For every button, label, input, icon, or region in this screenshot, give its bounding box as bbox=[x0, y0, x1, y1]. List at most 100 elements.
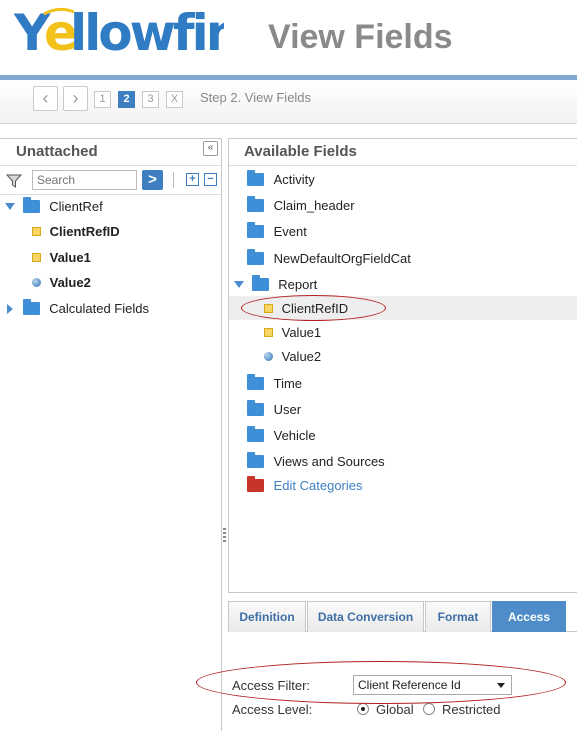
restricted-label: Restricted bbox=[442, 702, 501, 717]
svg-text:llowfin: llowfin bbox=[70, 4, 224, 62]
tree-item-value1[interactable]: Value1 bbox=[32, 246, 91, 268]
expand-arrow-icon[interactable] bbox=[234, 281, 244, 289]
global-label: Global bbox=[376, 702, 414, 717]
access-level-label: Access Level: bbox=[232, 702, 313, 717]
tree-label: Value1 bbox=[281, 324, 322, 340]
tree-item-value2[interactable]: Value2 bbox=[32, 271, 91, 293]
tree-label: ClientRefID bbox=[49, 223, 120, 239]
collapse-all-button[interactable]: − bbox=[204, 173, 217, 186]
tree-label: Activity bbox=[273, 171, 315, 187]
folder-time[interactable]: Time bbox=[247, 372, 302, 394]
field-value2[interactable]: Value2 bbox=[264, 345, 321, 367]
folder-icon bbox=[22, 197, 40, 214]
folder-user[interactable]: User bbox=[247, 398, 301, 420]
page-title: View Fields bbox=[268, 18, 453, 56]
expand-arrow-icon[interactable] bbox=[5, 203, 15, 211]
step-1-button[interactable]: 1 bbox=[94, 91, 111, 108]
folder-activity[interactable]: Activity bbox=[247, 168, 315, 190]
folder-icon bbox=[247, 400, 264, 417]
access-level-global-radio[interactable] bbox=[357, 703, 369, 715]
access-filter-select[interactable]: Client Reference Id bbox=[353, 675, 512, 695]
search-go-button[interactable]: > bbox=[142, 170, 163, 190]
tree-folder-calculated-fields[interactable]: Calculated Fields bbox=[7, 297, 149, 319]
tree-label: Views and Sources bbox=[273, 453, 385, 469]
metric-icon bbox=[264, 352, 273, 362]
folder-icon bbox=[247, 452, 264, 469]
edit-folder-icon bbox=[247, 476, 264, 493]
tree-label: User bbox=[273, 401, 302, 417]
tree-label: Claim_header bbox=[273, 197, 355, 213]
tree-label: NewDefaultOrgFieldCat bbox=[273, 250, 411, 266]
unattached-title: Unattached bbox=[16, 143, 98, 160]
dimension-icon bbox=[32, 227, 41, 237]
panel-splitter-handle[interactable] bbox=[223, 528, 226, 542]
tree-label: Value2 bbox=[49, 274, 91, 290]
tab-definition[interactable]: Definition bbox=[228, 601, 306, 632]
forward-button[interactable]: › bbox=[63, 86, 88, 111]
step-3-button[interactable]: 3 bbox=[142, 91, 159, 108]
tree-item-clientrefid[interactable]: ClientRefID bbox=[32, 220, 120, 242]
search-input[interactable] bbox=[32, 170, 137, 190]
wizard-bar: ‹ › 1 2 3 X Step 2. View Fields bbox=[0, 80, 577, 124]
access-filter-value: Client Reference Id bbox=[358, 678, 461, 692]
access-level-restricted-radio[interactable] bbox=[423, 703, 435, 715]
tree-label: ClientRefID bbox=[281, 300, 349, 316]
access-filter-label: Access Filter: bbox=[232, 678, 311, 693]
tree-label: Event bbox=[273, 223, 307, 239]
filter-icon[interactable] bbox=[6, 173, 22, 189]
step-2-button[interactable]: 2 bbox=[118, 91, 135, 108]
collapse-panel-button[interactable]: « bbox=[203, 141, 218, 156]
edit-categories-link[interactable]: Edit Categories bbox=[247, 474, 363, 496]
tab-access[interactable]: Access bbox=[492, 601, 566, 632]
folder-report[interactable]: Report bbox=[234, 273, 317, 295]
divider bbox=[0, 165, 221, 166]
tab-data-conversion[interactable]: Data Conversion bbox=[307, 601, 424, 632]
tree-label: Calculated Fields bbox=[49, 300, 149, 316]
folder-icon bbox=[247, 426, 264, 443]
folder-icon bbox=[247, 222, 264, 239]
chevron-left-icon: ‹ bbox=[42, 88, 49, 108]
field-value1[interactable]: Value1 bbox=[264, 321, 321, 343]
step-label: Step 2. View Fields bbox=[200, 90, 312, 105]
step-close-button[interactable]: X bbox=[166, 91, 183, 108]
field-clientrefid[interactable]: ClientRefID bbox=[264, 297, 348, 319]
tab-format[interactable]: Format bbox=[425, 601, 491, 632]
tree-folder-clientref[interactable]: ClientRef bbox=[5, 195, 103, 217]
field-properties-tabs: Definition Data Conversion Format Access bbox=[228, 601, 577, 632]
edit-categories-label: Edit Categories bbox=[273, 477, 363, 493]
dimension-icon bbox=[264, 304, 273, 314]
yellowfin-logo-graphic: Y e llowfin bbox=[13, 4, 241, 62]
unattached-panel: Unattached « > + − ClientRef ClientRefID… bbox=[0, 138, 222, 731]
available-fields-panel: Available Fields Activity Claim_header E… bbox=[228, 138, 577, 593]
tree-label: Report bbox=[278, 276, 318, 292]
folder-claim-header[interactable]: Claim_header bbox=[247, 194, 355, 216]
tree-label: ClientRef bbox=[49, 198, 103, 214]
folder-icon bbox=[247, 170, 264, 187]
access-properties: Access Filter: Client Reference Id Acces… bbox=[228, 632, 577, 731]
folder-vehicle[interactable]: Vehicle bbox=[247, 424, 316, 446]
divider bbox=[229, 165, 577, 166]
folder-views-and-sources[interactable]: Views and Sources bbox=[247, 450, 385, 472]
tree-label: Value2 bbox=[281, 348, 322, 364]
dimension-icon bbox=[264, 328, 273, 338]
expand-all-button[interactable]: + bbox=[186, 173, 199, 186]
tree-label: Vehicle bbox=[273, 427, 316, 443]
tree-label: Time bbox=[273, 375, 303, 391]
folder-newdefaultorgfieldcat[interactable]: NewDefaultOrgFieldCat bbox=[247, 247, 411, 269]
folder-icon bbox=[22, 299, 40, 316]
yellowfin-logo: Y e llowfin bbox=[13, 2, 241, 72]
folder-icon bbox=[247, 196, 264, 213]
back-button[interactable]: ‹ bbox=[33, 86, 58, 111]
metric-icon bbox=[32, 278, 41, 288]
folder-icon bbox=[251, 275, 269, 292]
chevron-right-icon: › bbox=[72, 88, 79, 108]
divider bbox=[173, 172, 174, 188]
double-chevron-left-icon: « bbox=[207, 142, 214, 153]
folder-icon bbox=[247, 249, 264, 266]
folder-event[interactable]: Event bbox=[247, 220, 307, 242]
tree-label: Value1 bbox=[49, 249, 91, 265]
available-fields-title: Available Fields bbox=[244, 143, 357, 160]
header: Y e llowfin View Fields bbox=[0, 0, 577, 76]
dimension-icon bbox=[32, 253, 41, 263]
expand-arrow-icon[interactable] bbox=[7, 303, 13, 314]
